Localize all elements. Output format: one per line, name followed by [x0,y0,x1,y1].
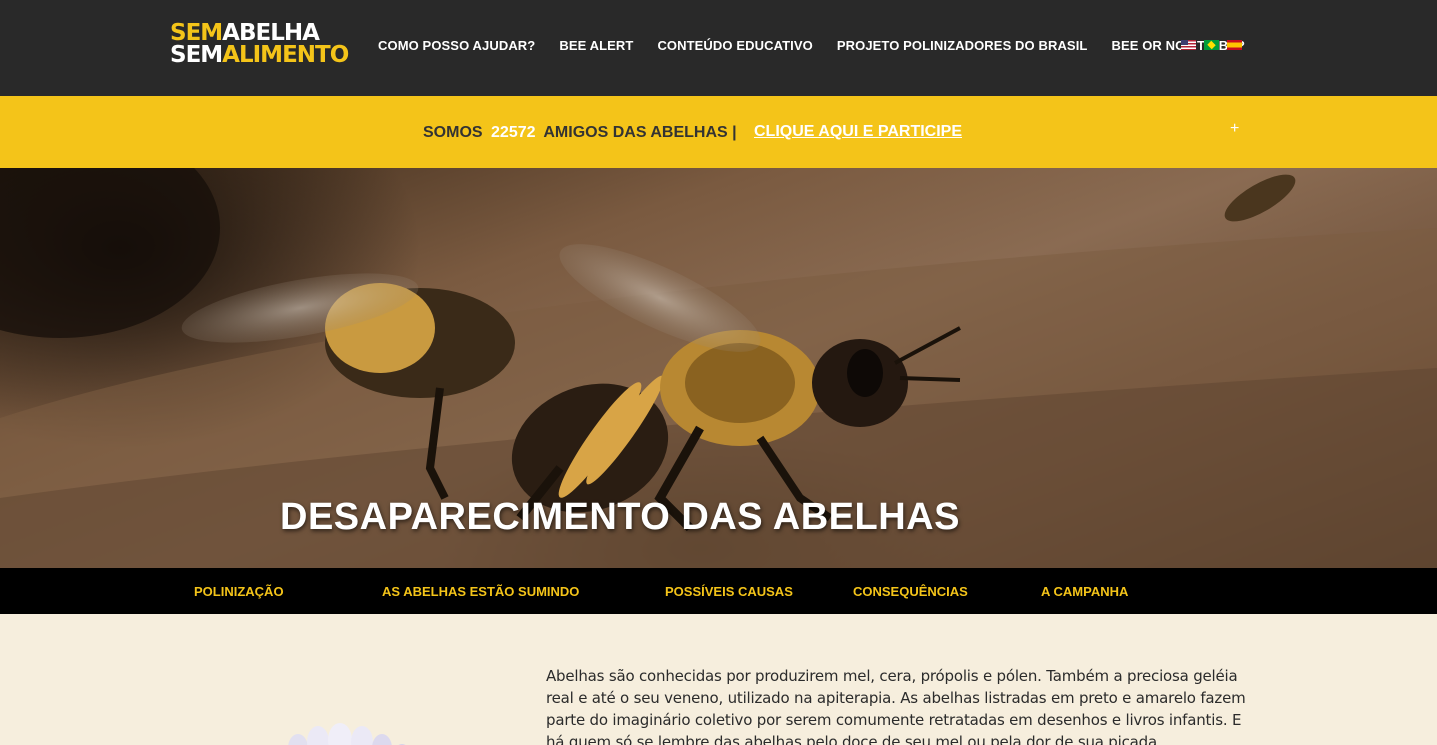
tab-possiveis-causas[interactable]: POSSÍVEIS CAUSAS [665,584,793,599]
main-menu: COMO POSSO AJUDAR? BEE ALERT CONTEÚDO ED… [378,38,1269,53]
section-navigation: POLINIZAÇÃO AS ABELHAS ESTÃO SUMINDO POS… [0,568,1437,614]
counter-suffix: AMIGOS DAS ABELHAS | [543,124,737,141]
brazil-flag-icon[interactable] [1204,40,1219,50]
supporters-banner: SOMOS 22572 AMIGOS DAS ABELHAS | CLIQUE … [0,96,1437,168]
spain-flag-icon[interactable] [1227,40,1242,50]
us-flag-icon[interactable] [1181,40,1196,50]
site-logo[interactable]: SEMABELHA SEMALIMENTO [170,22,349,68]
logo-text: SEM [170,42,223,68]
menu-item-bee-alert[interactable]: BEE ALERT [559,38,633,53]
hero-banner: DESAPARECIMENTO DAS ABELHAS [0,168,1437,568]
flower-illustration [288,723,406,745]
tab-a-campanha[interactable]: A CAMPANHA [1041,584,1128,599]
menu-item-como-posso-ajudar[interactable]: COMO POSSO AJUDAR? [378,38,535,53]
language-switcher [1181,40,1242,50]
supporters-count: 22572 [491,124,536,141]
tab-abelhas-sumindo[interactable]: AS ABELHAS ESTÃO SUMINDO [382,584,579,599]
counter-prefix: SOMOS [423,124,483,141]
intro-paragraph: Abelhas são conhecidas por produzirem me… [546,667,1246,745]
page-title: DESAPARECIMENTO DAS ABELHAS [280,496,960,538]
menu-item-conteudo-educativo[interactable]: CONTEÚDO EDUCATIVO [657,38,812,53]
participate-link[interactable]: CLIQUE AQUI E PARTICIPE [754,123,962,141]
expand-plus-icon[interactable]: + [1230,120,1239,138]
menu-item-projeto-polinizadores[interactable]: PROJETO POLINIZADORES DO BRASIL [837,38,1088,53]
supporters-counter: SOMOS 22572 AMIGOS DAS ABELHAS | [423,124,737,142]
top-navigation: SEMABELHA SEMALIMENTO COMO POSSO AJUDAR?… [0,0,1437,96]
logo-text: ALIMENTO [222,42,349,68]
tab-polinizacao[interactable]: POLINIZAÇÃO [194,584,284,599]
tab-consequencias[interactable]: CONSEQUÊNCIAS [853,584,968,599]
